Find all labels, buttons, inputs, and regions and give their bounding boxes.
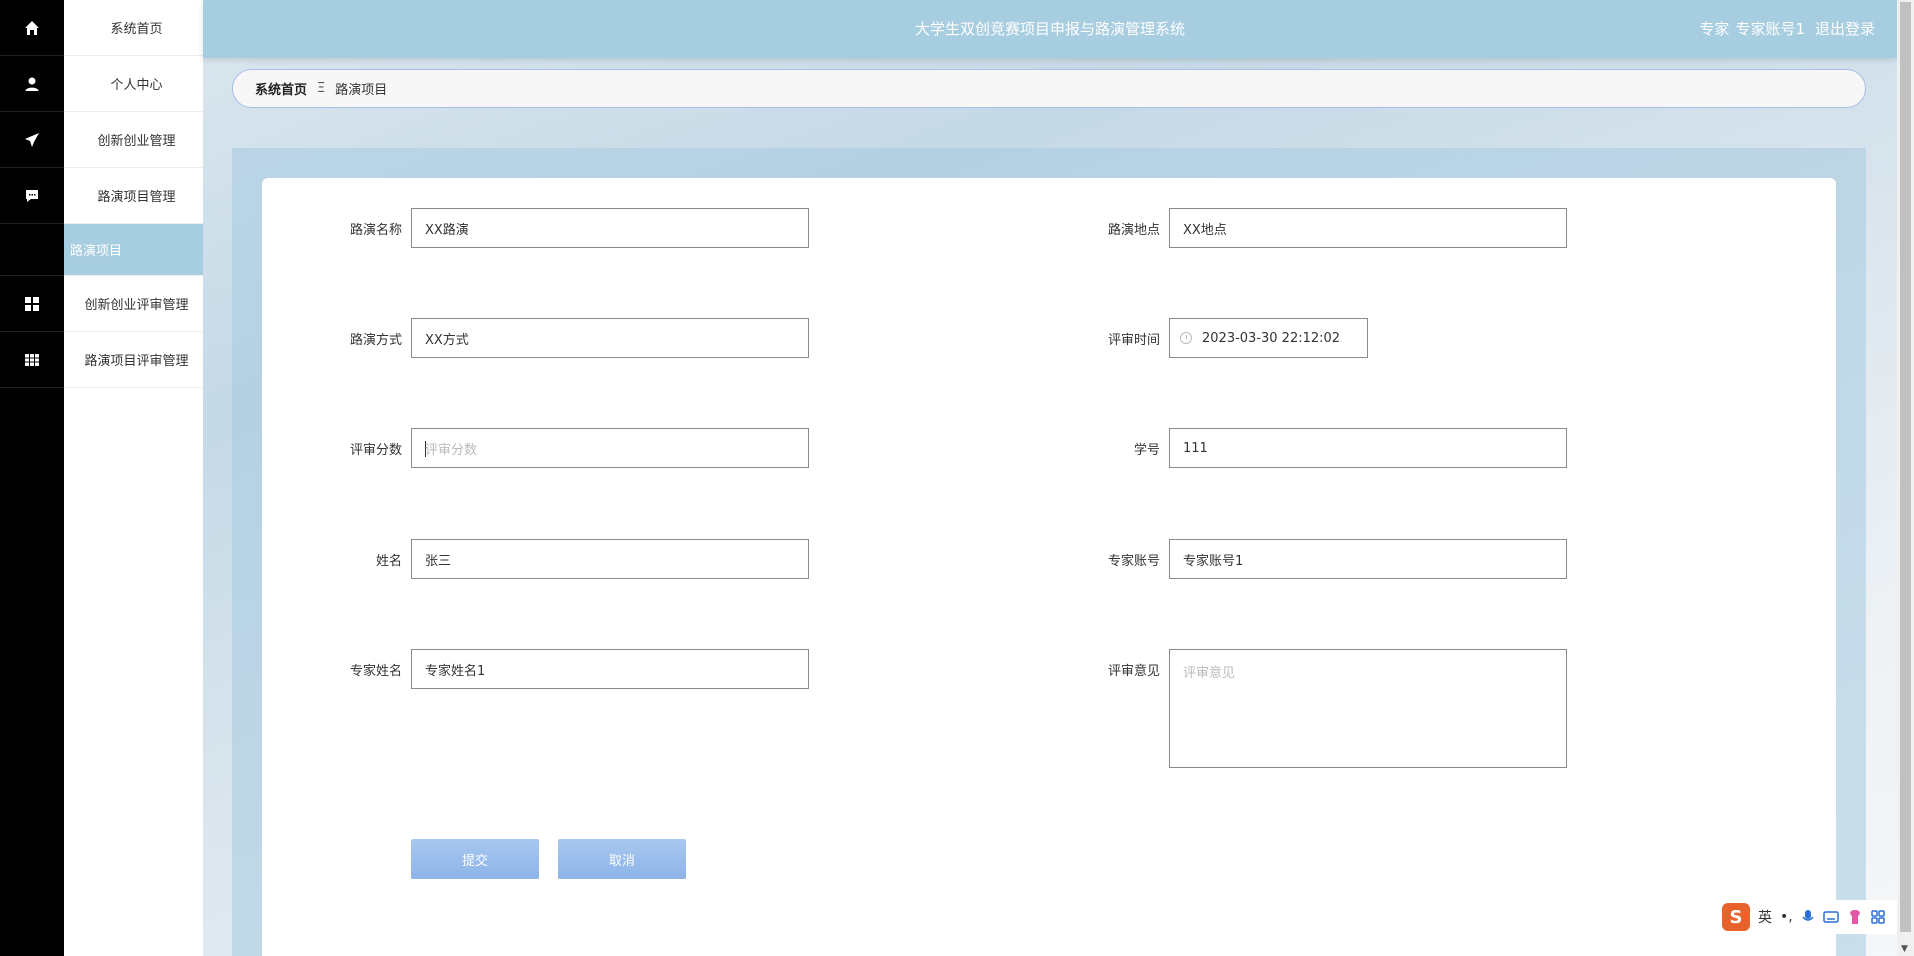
ime-toolbar: S 英 •, (1718, 900, 1914, 934)
sidebar-item-innovation[interactable]: 创新创业管理 (64, 112, 203, 168)
student-id-label: 学号 (1133, 443, 1160, 458)
expert-name-label: 专家姓名 (349, 664, 402, 679)
expert-name-input[interactable]: 专家姓名1 (411, 649, 809, 689)
top-header: 大学生双创竞赛项目申报与路演管理系统 专家 专家账号1 退出登录 (203, 0, 1897, 58)
breadcrumb-current: 路演项目 (335, 83, 388, 98)
sidebar-icon-table[interactable] (0, 332, 64, 388)
roadshow-name-label: 路演名称 (349, 223, 402, 238)
roadshow-location-input[interactable]: XX地点 (1169, 208, 1567, 248)
review-opinion-textarea[interactable]: 评审意见 (1169, 649, 1567, 768)
name-label: 姓名 (375, 554, 402, 569)
home-icon (25, 20, 39, 35)
sidebar-item-innovation-review[interactable]: 创新创业评审管理 (64, 276, 203, 332)
sidebar-item-label: 路演项目评审管理 (84, 354, 189, 369)
breadcrumb-separator: Ξ (317, 81, 326, 96)
review-time-label: 评审时间 (1107, 333, 1160, 348)
sidebar-subitem-roadshow[interactable]: 路演项目 (64, 224, 203, 276)
sidebar-item-label: 系统首页 (110, 22, 163, 37)
student-id-input[interactable]: 111 (1169, 428, 1567, 468)
expert-account-value: 专家账号1 (1183, 553, 1244, 569)
review-score-placeholder: 评审分数 (425, 442, 478, 458)
user-area: 专家 专家账号1 退出登录 (1693, 0, 1875, 58)
ime-mode-toggle[interactable]: 英 (1758, 907, 1772, 927)
review-opinion-placeholder: 评审意见 (1183, 666, 1236, 681)
clock-icon (1180, 332, 1192, 344)
roadshow-method-label: 路演方式 (349, 333, 402, 348)
user-icon (25, 77, 39, 91)
review-time-picker[interactable]: 2023-03-30 22:12:02 (1169, 318, 1368, 358)
scrollbar-thumb[interactable] (1900, 2, 1911, 932)
sidebar-item-label: 路演项目管理 (97, 190, 176, 205)
roadshow-location-label: 路演地点 (1107, 223, 1160, 238)
skin-icon[interactable] (1847, 909, 1863, 925)
expert-name-value: 专家姓名1 (425, 663, 486, 679)
sidebar-icon-plane[interactable] (0, 112, 64, 168)
review-time-value: 2023-03-30 22:12:02 (1202, 330, 1341, 346)
roadshow-name-input[interactable]: XX路演 (411, 208, 809, 248)
logout-link[interactable]: 退出登录 (1815, 20, 1875, 38)
roadshow-method-input[interactable]: XX方式 (411, 318, 809, 358)
expert-account-label: 专家账号 (1107, 554, 1160, 569)
text-caret (425, 441, 426, 457)
keyboard-icon[interactable] (1822, 910, 1839, 924)
scroll-down-arrow-icon[interactable]: ▼ (1901, 944, 1908, 954)
table-grid-icon (25, 353, 39, 366)
sidebar-icon-user[interactable] (0, 56, 64, 112)
sidebar-icon-rail (0, 0, 64, 956)
sidebar-icon-chat[interactable] (0, 168, 64, 224)
ime-punct-toggle[interactable]: •, (1780, 909, 1793, 925)
roadshow-name-value: XX路演 (425, 222, 469, 238)
roadshow-method-value: XX方式 (425, 332, 469, 348)
sidebar-item-profile[interactable]: 个人中心 (64, 56, 203, 112)
name-input[interactable]: 张三 (411, 539, 809, 579)
sidebar-icon-home[interactable] (0, 0, 64, 56)
sidebar-icon-grid[interactable] (0, 276, 64, 332)
sidebar-item-roadshow-manage[interactable]: 路演项目管理 (64, 168, 203, 224)
chat-bubble-icon (26, 189, 38, 202)
user-role: 专家 (1699, 20, 1730, 38)
breadcrumb: 系统首页 Ξ 路演项目 (232, 69, 1866, 108)
submit-button[interactable]: 提交 (411, 839, 539, 879)
grid-icon (25, 296, 39, 311)
sidebar-menu: 系统首页 个人中心 创新创业管理 路演项目管理 路演项目 创新创业评审管理 路演… (64, 0, 203, 956)
sidebar-item-label: 个人中心 (110, 78, 163, 93)
review-score-label: 评审分数 (349, 443, 402, 458)
menu-grid-icon[interactable] (1870, 910, 1885, 924)
breadcrumb-home[interactable]: 系统首页 (255, 79, 307, 98)
microphone-icon[interactable] (1801, 909, 1815, 925)
expert-account-input[interactable]: 专家账号1 (1169, 539, 1567, 579)
sidebar-item-label: 创新创业管理 (97, 134, 176, 149)
sidebar-item-home[interactable]: 系统首页 (64, 0, 203, 56)
sidebar-item-label: 创新创业评审管理 (84, 298, 189, 313)
sidebar-item-roadshow-review[interactable]: 路演项目评审管理 (64, 332, 203, 388)
vertical-scrollbar[interactable]: ▼ (1897, 0, 1914, 956)
name-value: 张三 (425, 553, 452, 569)
review-score-input[interactable]: 评审分数 (411, 428, 809, 468)
review-opinion-label: 评审意见 (1107, 664, 1160, 679)
sidebar-item-label: 路演项目 (70, 244, 123, 259)
cancel-button[interactable]: 取消 (558, 839, 686, 879)
user-name: 专家账号1 (1735, 20, 1805, 38)
student-id-value: 111 (1183, 440, 1208, 456)
sidebar-icon-spacer (0, 224, 64, 276)
paper-plane-icon (25, 132, 39, 147)
app-title: 大学生双创竞赛项目申报与路演管理系统 (914, 20, 1185, 38)
ime-logo-icon[interactable]: S (1722, 903, 1750, 931)
roadshow-location-value: XX地点 (1183, 222, 1227, 238)
